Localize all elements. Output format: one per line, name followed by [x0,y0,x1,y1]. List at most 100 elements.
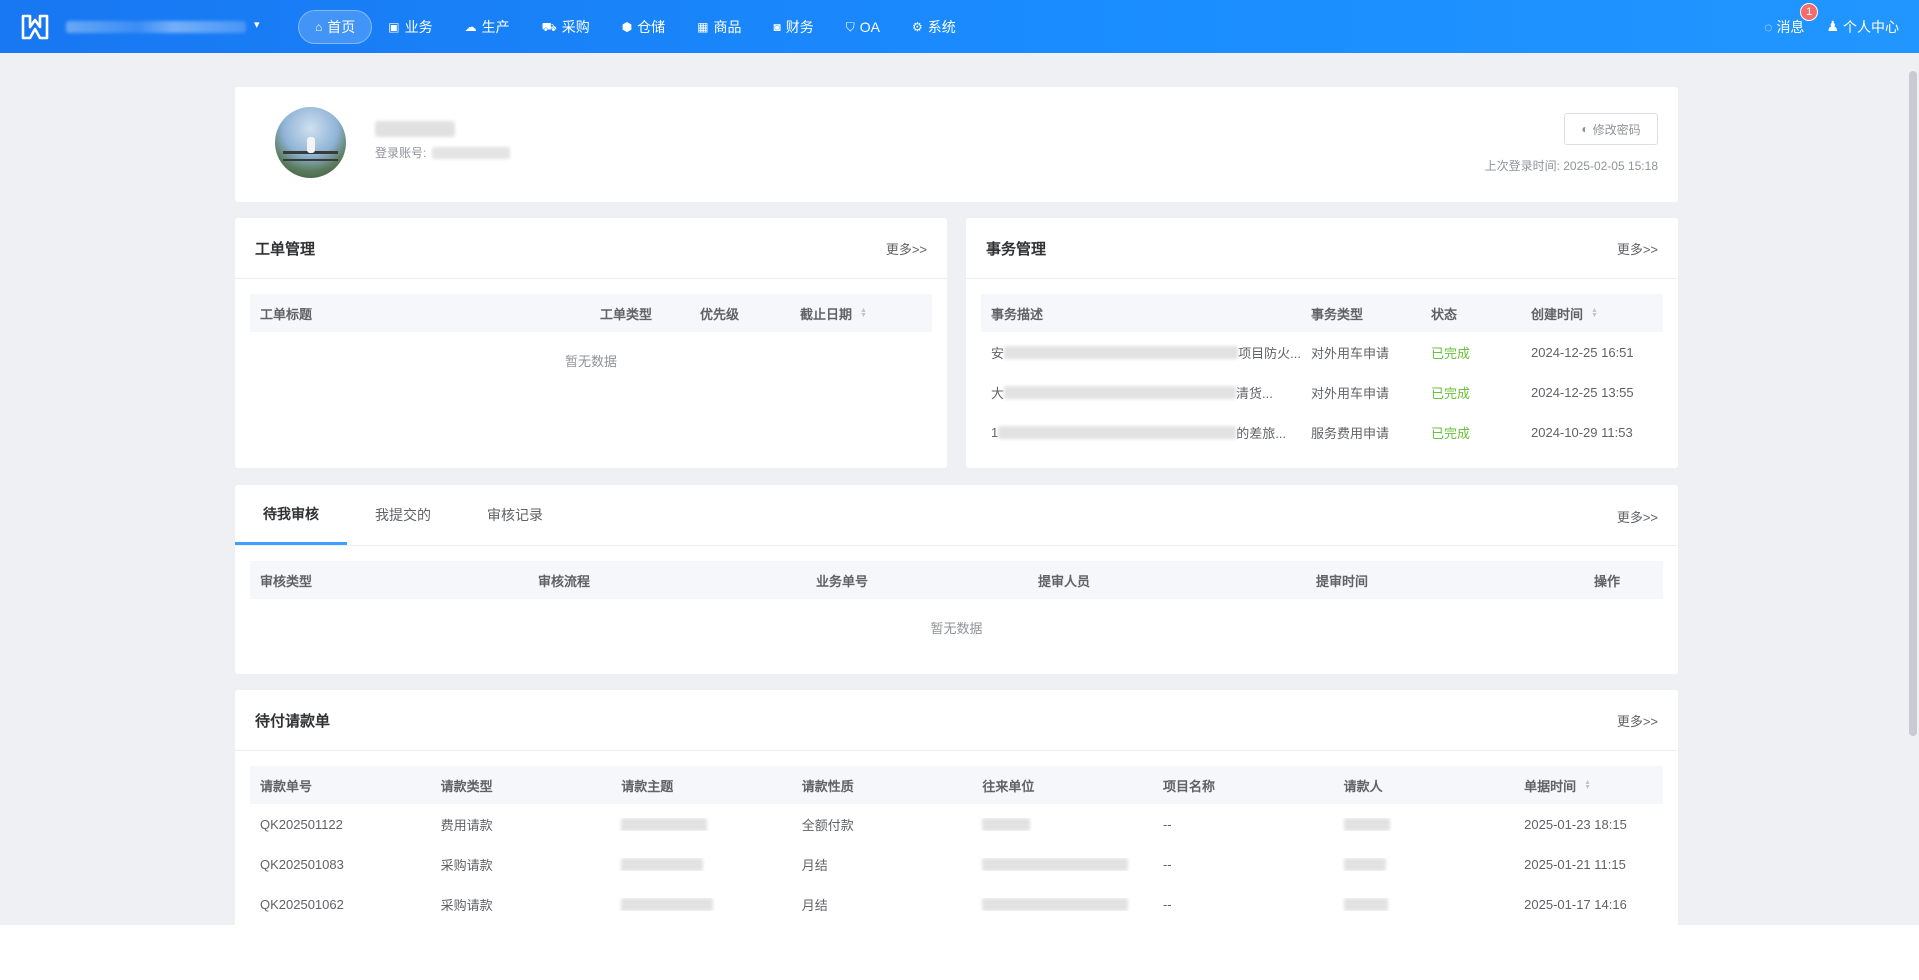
card-header: 工单管理 更多>> [235,218,947,279]
logo-icon[interactable] [20,12,50,42]
company-selector[interactable]: ▾ [66,18,266,36]
payment-card: 待付请款单 更多>> 请款单号 请款类型 请款主题 请款性质 往来单位 项目名称… [235,690,1678,930]
project-name: -- [1162,856,1172,872]
counterparty-redacted [972,897,1153,911]
production-icon: ☁ [464,20,477,34]
shield-icon: ⛉ [845,20,855,34]
type-cell: 对外用车申请 [1311,345,1390,361]
table-row[interactable]: QK202501122 费用请款 全额付款 -- 2025-01-23 18:1… [250,804,1663,844]
payment-table: 请款单号 请款类型 请款主题 请款性质 往来单位 项目名称 请款人 单据时间 ▲… [250,766,1663,924]
column-header: 审核流程 [538,573,591,589]
card-header: 待付请款单 更多>> [235,690,1678,751]
requester-redacted [1334,897,1515,911]
finance-icon: ◙ [773,20,781,34]
nav-purchase[interactable]: ⛟ 采购 [526,10,606,44]
column-header: 工单类型 [600,306,653,322]
column-header: 操作 [1594,573,1621,589]
empty-text: 暂无数据 [564,354,617,369]
nav-goods[interactable]: ▦ 商品 [681,10,757,44]
more-link[interactable]: 更多>> [886,239,927,258]
tab-my-submitted[interactable]: 我提交的 [347,485,459,545]
message-count-badge: 1 [1800,2,1819,21]
nav-home[interactable]: ⌂ 首页 [298,10,373,44]
more-link[interactable]: 更多>> [1617,507,1658,526]
table-header: 工单标题 工单类型 优先级 截止日期 ▲ ▼ [250,294,932,332]
desc-start: 1 [991,424,999,440]
nav-label: 财务 [785,19,814,35]
desc-redacted [1004,385,1237,399]
type-cell: 对外用车申请 [1311,385,1390,401]
payment-no: QK202501083 [260,856,344,872]
change-password-label: 修改密码 [1592,122,1641,137]
business-icon: ▣ [388,20,400,34]
desc-end: 的差旅... [1236,425,1287,441]
status-badge: 已完成 [1431,425,1471,441]
redacted [1343,897,1388,911]
avatar-detail [307,137,315,153]
column-header: 请款单号 [260,778,313,794]
card-header: 事务管理 更多>> [966,218,1678,279]
document-time: 2025-01-17 14:16 [1524,896,1627,912]
column-header: 事务描述 [991,306,1044,322]
type-cell: 服务费用申请 [1311,425,1390,441]
workorder-card: 工单管理 更多>> 工单标题 工单类型 优先级 截止日期 ▲ ▼ 暂无数据 [235,218,947,468]
redacted [982,857,1129,871]
vertical-scrollbar[interactable] [1909,71,1917,736]
status-badge: 已完成 [1431,345,1471,361]
table-row[interactable]: 1 的差旅... 服务费用申请 已完成 2024-10-29 11:53 [981,412,1663,452]
sort-icon[interactable]: ▲ ▼ [1584,779,1591,791]
audit-tabs: 待我审核 我提交的 审核记录 更多>> [235,485,1678,546]
column-header: 提审人员 [1038,573,1091,589]
requester-redacted [1334,857,1515,871]
column-header-sortable[interactable]: 截止日期 ▲ ▼ [790,304,930,323]
nav-oa[interactable]: ⛉ OA [830,10,896,44]
audit-table: 审核类型 审核流程 业务单号 提审人员 提审时间 操作 暂无数据 [250,561,1663,659]
payment-subject-redacted [611,897,792,911]
desc-cell: 1 的差旅... [981,423,1301,442]
nav-production[interactable]: ☁ 生产 [449,10,526,44]
redacted [621,857,704,871]
column-header-sortable[interactable]: 创建时间 ▲ ▼ [1521,304,1661,323]
sort-icon[interactable]: ▲ ▼ [1591,307,1598,319]
redacted [621,817,708,831]
card-title: 工单管理 [255,240,316,258]
profile-card: 登录账号: ◐ 修改密码 上次登录时间: 2025-02-05 15:18 [235,87,1678,202]
column-header: 请款主题 [621,778,674,794]
user-icon: ♟ [1826,18,1839,34]
table-row[interactable]: QK202501083 采购请款 月结 -- 2025-01-21 11:15 [250,844,1663,884]
more-link[interactable]: 更多>> [1617,239,1658,258]
payment-type: 费用请款 [440,817,493,833]
table-row[interactable]: 安 项目防火... 对外用车申请 已完成 2024-12-25 16:51 [981,332,1663,372]
nav-system[interactable]: ⚙ 系统 [896,10,972,44]
desc-end: 清货... [1236,385,1273,401]
tab-review-records[interactable]: 审核记录 [459,485,571,545]
tab-pending-review[interactable]: 待我审核 [235,485,347,545]
more-link[interactable]: 更多>> [1617,711,1658,730]
payment-no: QK202501062 [260,896,344,912]
user-name-redacted [375,121,455,137]
change-password-button[interactable]: ◐ 修改密码 [1564,113,1658,145]
nav-business[interactable]: ▣ 业务 [372,10,448,44]
column-header: 提审时间 [1316,573,1369,589]
avatar[interactable] [275,107,346,178]
desc-start: 安 [991,345,1005,361]
column-header-sortable[interactable]: 单据时间 ▲ ▼ [1514,776,1663,795]
nav-label: 采购 [561,19,590,35]
redacted [621,897,714,911]
table-row[interactable]: QK202501062 采购请款 月结 -- 2025-01-17 14:16 [250,884,1663,924]
top-right-actions: ◌ 消息 1 ♟ 个人中心 [1764,0,1899,53]
messages-button[interactable]: ◌ 消息 1 [1764,2,1819,37]
redacted [1343,857,1386,871]
table-header: 事务描述 事务类型 状态 创建时间 ▲ ▼ [981,294,1663,332]
desc-cell: 大 清货... [981,383,1301,402]
time-cell: 2024-12-25 16:51 [1531,344,1634,360]
profile-center-button[interactable]: ♟ 个人中心 [1826,17,1899,37]
column-header: 优先级 [700,306,740,322]
sort-icon[interactable]: ▲ ▼ [860,307,867,319]
column-header: 请款性质 [801,778,854,794]
nav-finance[interactable]: ◙ 财务 [758,10,830,44]
table-row[interactable]: 大 清货... 对外用车申请 已完成 2024-12-25 13:55 [981,372,1663,412]
nav-warehouse[interactable]: ⬢ 仓储 [606,10,681,44]
system-icon: ⚙ [912,20,923,34]
last-login-time: 上次登录时间: 2025-02-05 15:18 [1484,159,1658,173]
